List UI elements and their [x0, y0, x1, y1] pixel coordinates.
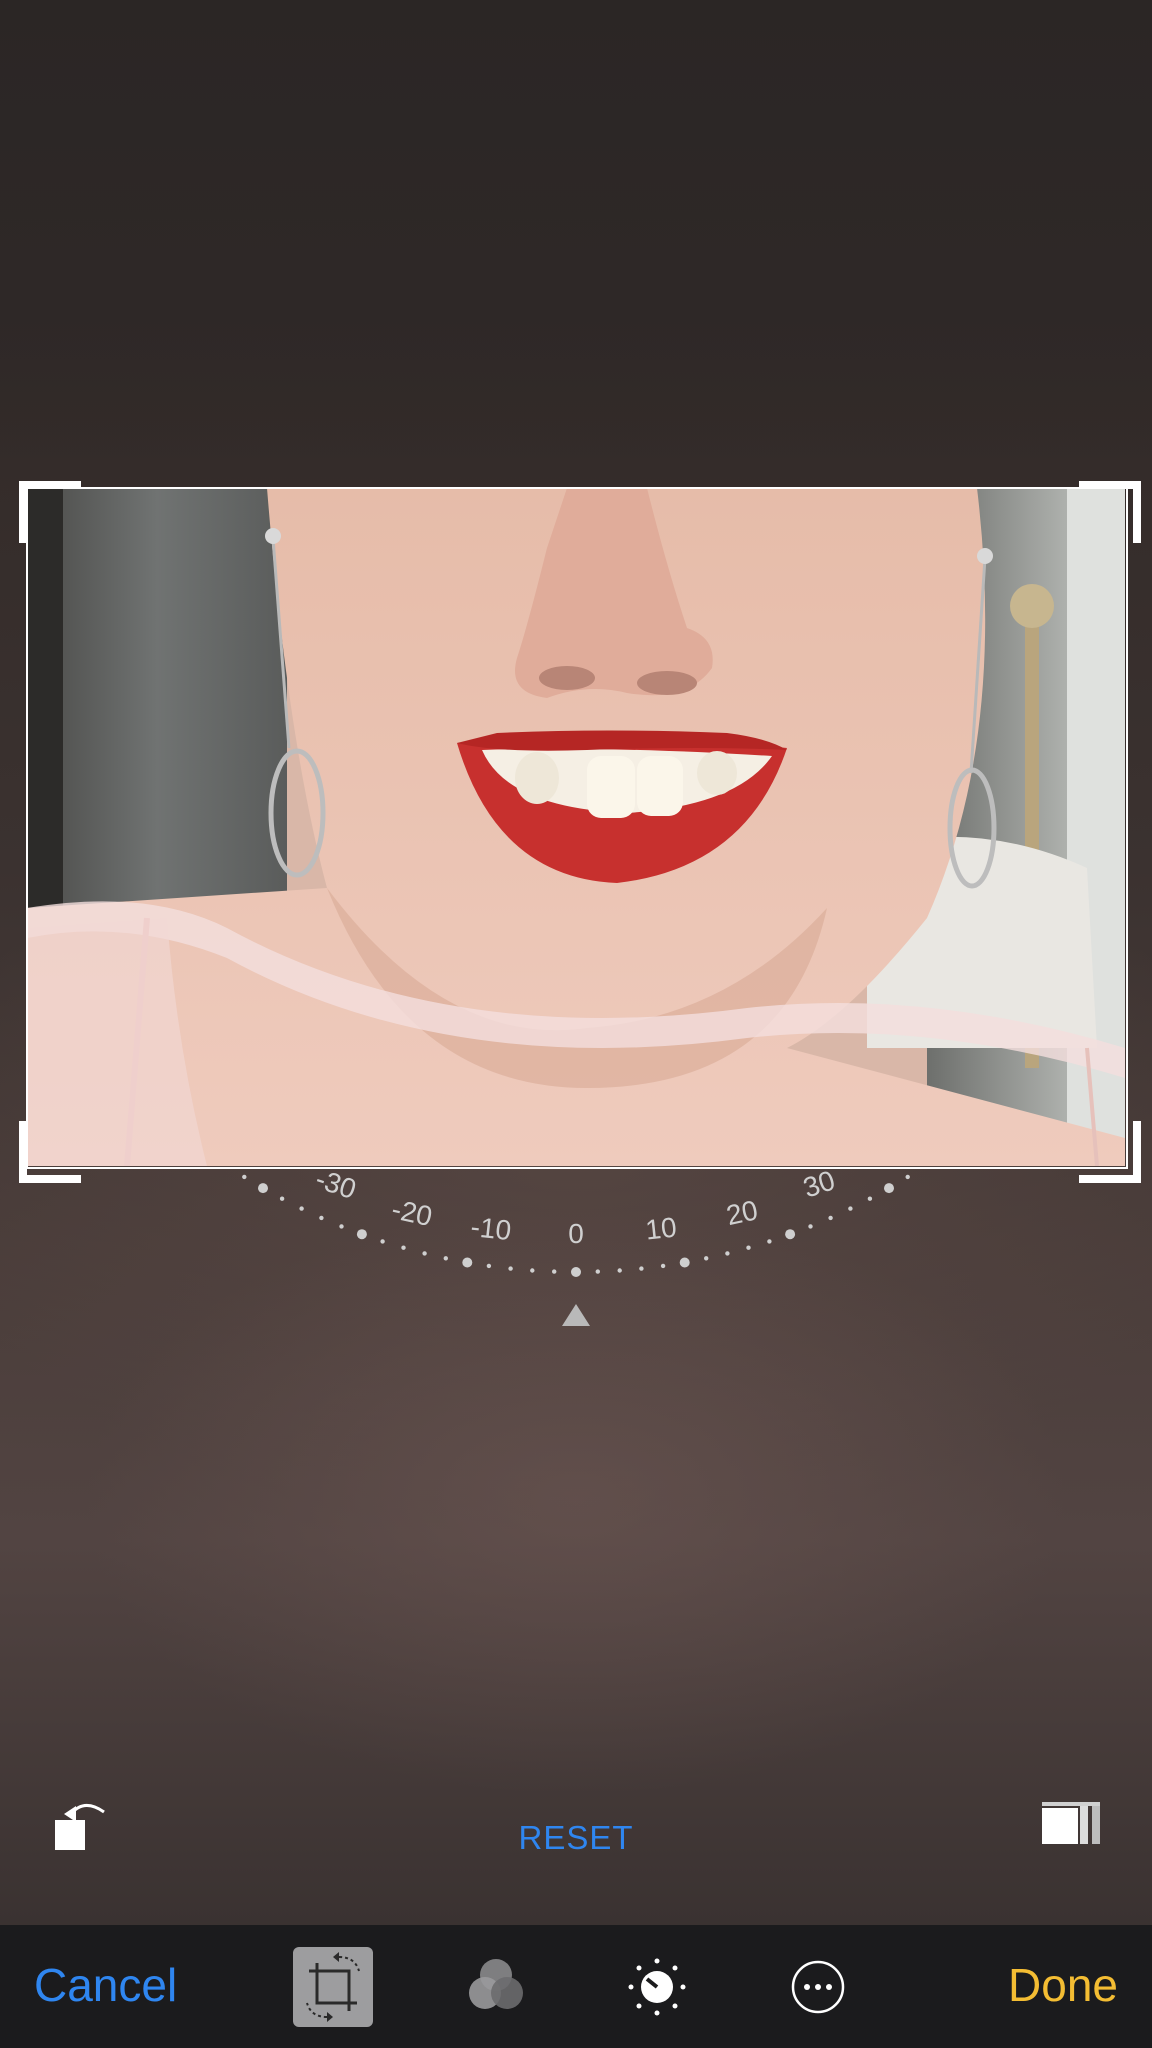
dial-tick	[905, 1174, 910, 1180]
crop-rotate-icon	[306, 1952, 360, 2022]
dial-label-0: 0	[568, 1218, 584, 1249]
dial-tick	[884, 1183, 894, 1194]
crop-tool-button[interactable]	[293, 1947, 373, 2027]
filters-tool-button[interactable]	[456, 1947, 536, 2027]
blurred-background-top	[0, 0, 1152, 480]
adjust-tool-button[interactable]	[617, 1947, 697, 2027]
more-icon	[791, 1960, 845, 2014]
rotate-left-icon	[55, 1804, 105, 1850]
reset-button[interactable]: RESET	[476, 1814, 676, 1862]
dial-tick	[462, 1257, 473, 1268]
dial-tick	[808, 1224, 813, 1229]
dial-tick	[679, 1257, 690, 1268]
dial-label-neg10: -10	[469, 1211, 512, 1246]
straighten-dial[interactable]: -30 -20 -10 0 10 20 30	[0, 1166, 1152, 1336]
dial-tick	[552, 1269, 557, 1274]
dial-tick	[595, 1269, 600, 1274]
dial-label-30: 30	[799, 1166, 838, 1204]
dial-tick	[401, 1245, 406, 1250]
dial-tick	[422, 1251, 427, 1256]
dial-tick	[639, 1266, 644, 1271]
dial-tick	[258, 1183, 268, 1194]
dial-tick	[828, 1215, 833, 1221]
dial-tick	[767, 1239, 772, 1244]
crop-frame[interactable]	[26, 487, 1128, 1169]
crop-handle-top-right[interactable]	[1079, 481, 1141, 543]
dial-tick	[279, 1196, 285, 1201]
dial-label-neg20: -20	[389, 1193, 435, 1232]
done-button[interactable]: Done	[1008, 1955, 1118, 2015]
dial-label-neg30: -30	[312, 1166, 360, 1205]
dial-tick	[380, 1239, 385, 1244]
crop-handle-top-left[interactable]	[19, 481, 81, 543]
cancel-button[interactable]: Cancel	[34, 1955, 177, 2015]
dial-tick	[660, 1263, 666, 1269]
dial-tick	[867, 1196, 873, 1201]
dial-indicator-triangle	[562, 1304, 590, 1326]
dial-tick	[746, 1245, 751, 1250]
rotate-button[interactable]	[50, 1796, 110, 1856]
more-tool-button[interactable]	[778, 1947, 858, 2027]
aspect-ratio-button[interactable]	[1040, 1800, 1106, 1850]
dial-tick	[242, 1174, 247, 1180]
dial-tick	[704, 1256, 709, 1261]
dial-tick	[443, 1256, 448, 1261]
dial-tick	[785, 1229, 796, 1240]
dial-tick	[319, 1215, 324, 1221]
dial-tick	[299, 1206, 304, 1211]
dial-tick	[848, 1206, 853, 1211]
dial-tick	[339, 1224, 344, 1229]
dial-tick	[486, 1263, 492, 1269]
aspect-ratio-icon	[1042, 1802, 1100, 1844]
dial-tick	[617, 1268, 622, 1273]
dial-tick	[725, 1251, 730, 1256]
dial-tick	[530, 1268, 535, 1273]
filters-icon	[469, 1959, 523, 2009]
dial-tick	[571, 1267, 581, 1277]
dial-label-20: 20	[724, 1194, 761, 1231]
dial-tick	[356, 1229, 367, 1240]
adjust-icon	[628, 1958, 686, 2016]
edit-toolbar: Cancel Done	[0, 1925, 1152, 2048]
dial-label-10: 10	[644, 1212, 678, 1246]
dial-tick	[508, 1266, 513, 1271]
